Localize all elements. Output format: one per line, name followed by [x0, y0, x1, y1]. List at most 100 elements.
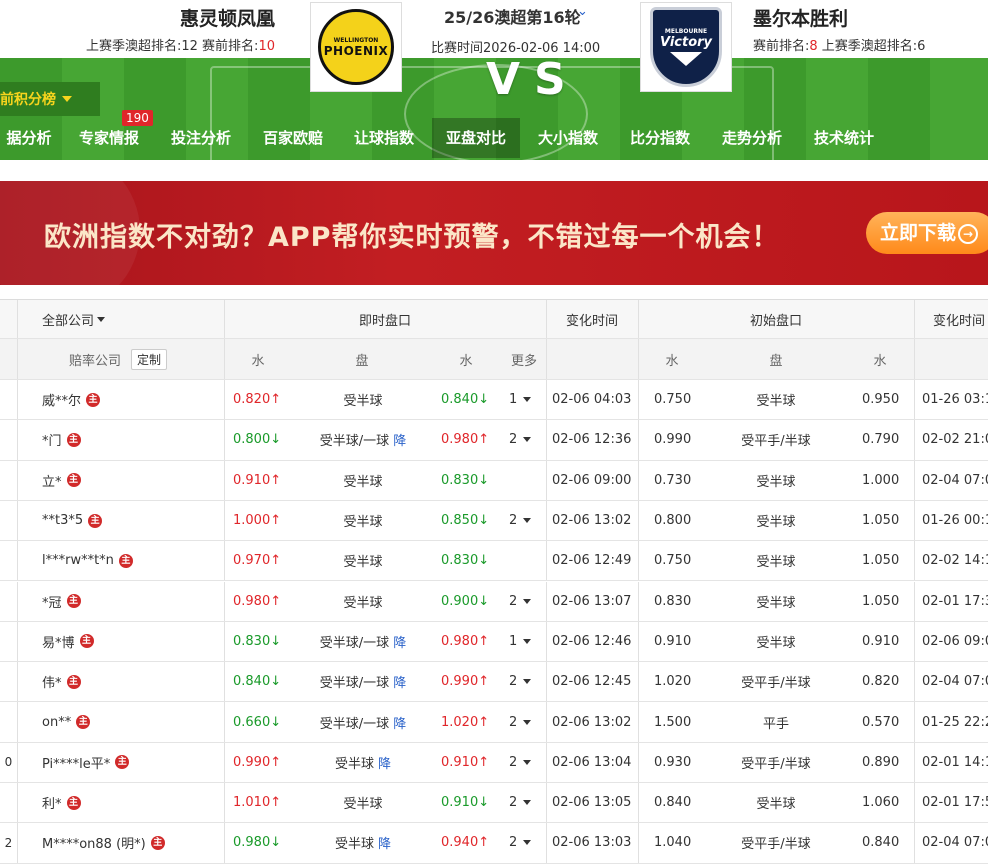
- init-water1[interactable]: 0.730: [654, 461, 691, 500]
- more-dropdown[interactable]: 2: [509, 783, 532, 822]
- tab-over-under[interactable]: 大小指数: [526, 118, 610, 158]
- init-water2[interactable]: 0.950: [862, 380, 899, 419]
- init-line[interactable]: 受半球: [716, 461, 836, 500]
- table-row[interactable]: l***rw**t*n 主 0.970↑ 受半球 0.830↓ 02-06 12:49 0.…: [0, 541, 988, 582]
- live-water2[interactable]: 0.910↓: [441, 783, 489, 822]
- init-water2[interactable]: 1.050: [862, 582, 899, 621]
- live-water2[interactable]: 0.980↑: [441, 622, 489, 661]
- home-team-name[interactable]: 惠灵顿凤凰: [180, 4, 275, 31]
- live-water2[interactable]: 0.990↑: [441, 662, 489, 701]
- live-water2[interactable]: 0.840↓: [441, 380, 489, 419]
- live-line[interactable]: 受半球/一球降: [290, 662, 436, 701]
- customize-button[interactable]: 定制: [131, 348, 168, 370]
- home-team-logo[interactable]: WELLINGTON PHOENIX: [310, 2, 402, 92]
- init-water2[interactable]: 0.790: [862, 420, 899, 459]
- company-name[interactable]: on** 主: [42, 702, 91, 741]
- live-line[interactable]: 受半球/一球降: [290, 702, 436, 741]
- init-line[interactable]: 受平手/半球: [716, 420, 836, 459]
- live-water1[interactable]: 0.970↑: [233, 541, 281, 580]
- live-water2[interactable]: 0.830↓: [441, 461, 489, 500]
- init-line[interactable]: 受平手/半球: [716, 662, 836, 701]
- init-water1[interactable]: 0.800: [654, 501, 691, 540]
- live-water1[interactable]: 0.990↑: [233, 743, 281, 782]
- table-row[interactable]: 0 Pi****le平* 主 0.990↑ 受半球降 0.910↑ 2 02-06 13:04…: [0, 742, 988, 783]
- init-water1[interactable]: 1.040: [654, 823, 691, 862]
- live-water1[interactable]: 0.980↓: [233, 823, 281, 862]
- more-dropdown[interactable]: 2: [509, 743, 532, 782]
- table-row[interactable]: 利* 主 1.010↑ 受半球 0.910↓ 2 02-06 13:05 0.840 受半球 1.…: [0, 783, 988, 824]
- download-button[interactable]: 立即下载 →: [866, 212, 988, 254]
- away-team-name[interactable]: 墨尔本胜利: [753, 4, 848, 31]
- table-row[interactable]: *门主 0.800↓ 受半球/一球降 0.980↑ 2 02-06 12:36 0.990 受…: [0, 420, 988, 461]
- live-water2[interactable]: 1.020↑: [441, 702, 489, 741]
- init-water1[interactable]: 0.930: [654, 743, 691, 782]
- table-row[interactable]: 2 M****on88 (明*) 主 0.980↓ 受半球降 0.940↑ 2 02-06 1…: [0, 823, 988, 864]
- init-water2[interactable]: 1.000: [862, 461, 899, 500]
- table-row[interactable]: 立* 主 0.910↑ 受半球 0.830↓ 02-06 09:00 0.730 受半球 1.0…: [0, 460, 988, 501]
- init-water2[interactable]: 1.050: [862, 501, 899, 540]
- init-line[interactable]: 受半球: [716, 783, 836, 822]
- init-line[interactable]: 受半球: [716, 501, 836, 540]
- tab-score-index[interactable]: 比分指数: [618, 118, 702, 158]
- init-line[interactable]: 受平手/半球: [716, 823, 836, 862]
- more-dropdown[interactable]: 2: [509, 823, 532, 862]
- table-row[interactable]: **t3*5 主 1.000↑ 受半球 0.850↓ 2 02-06 13:02 0.800 受…: [0, 500, 988, 542]
- live-water2[interactable]: 0.850↓: [441, 501, 489, 540]
- init-water1[interactable]: 0.750: [654, 541, 691, 580]
- company-name[interactable]: *冠主: [42, 582, 81, 621]
- init-line[interactable]: 受半球: [716, 582, 836, 621]
- init-water2[interactable]: 1.050: [862, 541, 899, 580]
- standings-button[interactable]: 前积分榜: [0, 82, 100, 116]
- tab-trend-analysis[interactable]: 走势分析: [710, 118, 794, 158]
- round-label[interactable]: 25/26澳超第16轮: [444, 4, 581, 28]
- company-name[interactable]: 易*博主: [42, 622, 94, 661]
- more-dropdown[interactable]: 2: [509, 501, 532, 540]
- init-line[interactable]: 受半球: [716, 380, 836, 419]
- live-line[interactable]: 受半球降: [290, 743, 436, 782]
- live-water1[interactable]: 0.660↓: [233, 702, 281, 741]
- init-water2[interactable]: 0.820: [862, 662, 899, 701]
- tab-euro-odds[interactable]: 百家欧赔: [250, 118, 336, 158]
- tab-asian-handicap[interactable]: 亚盘对比: [432, 118, 520, 158]
- live-water1[interactable]: 0.840↓: [233, 662, 281, 701]
- company-name[interactable]: 伟* 主: [42, 662, 81, 701]
- company-name[interactable]: M****on88 (明*) 主: [42, 823, 165, 862]
- company-name[interactable]: 威**尔主: [42, 380, 101, 419]
- live-line[interactable]: 受半球: [290, 501, 436, 540]
- all-companies-dropdown[interactable]: 全部公司: [42, 300, 106, 338]
- init-line[interactable]: 平手: [716, 702, 836, 741]
- company-name[interactable]: l***rw**t*n 主: [42, 541, 133, 580]
- init-line[interactable]: 受平手/半球: [716, 743, 836, 782]
- tab-tech-stats[interactable]: 技术统计: [802, 118, 886, 158]
- live-water1[interactable]: 1.010↑: [233, 783, 281, 822]
- live-water1[interactable]: 0.820↑: [233, 380, 281, 419]
- tab-data-analysis[interactable]: 据分析: [0, 118, 58, 158]
- table-row[interactable]: on** 主 0.660↓ 受半球/一球降 1.020↑ 2 02-06 13:02 1.50…: [0, 702, 988, 743]
- company-name[interactable]: Pi****le平* 主: [42, 743, 130, 782]
- init-water1[interactable]: 0.910: [654, 622, 691, 661]
- init-water1[interactable]: 0.990: [654, 420, 691, 459]
- live-water2[interactable]: 0.940↑: [441, 823, 489, 862]
- tab-betting-analysis[interactable]: 投注分析: [158, 118, 244, 158]
- init-water2[interactable]: 1.060: [862, 783, 899, 822]
- table-row[interactable]: 伟* 主 0.840↓ 受半球/一球降 0.990↑ 2 02-06 12:45 1.020 受…: [0, 662, 988, 703]
- more-dropdown[interactable]: 1: [509, 380, 532, 419]
- company-name[interactable]: *门主: [42, 420, 81, 459]
- chevron-down-icon[interactable]: ⌄: [577, 4, 588, 19]
- more-dropdown[interactable]: 2: [509, 420, 532, 459]
- live-water1[interactable]: 0.800↓: [233, 420, 281, 459]
- live-water1[interactable]: 0.830↓: [233, 622, 281, 661]
- table-row[interactable]: *冠主 0.980↑ 受半球 0.900↓ 2 02-06 13:07 0.830 受半球 1.…: [0, 581, 988, 622]
- live-water2[interactable]: 0.830↓: [441, 541, 489, 580]
- init-water2[interactable]: 0.910: [862, 622, 899, 661]
- init-water2[interactable]: 0.890: [862, 743, 899, 782]
- live-water1[interactable]: 0.910↑: [233, 461, 281, 500]
- live-line[interactable]: 受半球: [290, 380, 436, 419]
- live-water1[interactable]: 1.000↑: [233, 501, 281, 540]
- init-line[interactable]: 受半球: [716, 541, 836, 580]
- away-team-logo[interactable]: MELBOURNE Victory: [640, 2, 732, 92]
- live-line[interactable]: 受半球/一球降: [290, 622, 436, 661]
- init-water1[interactable]: 0.750: [654, 380, 691, 419]
- live-line[interactable]: 受半球: [290, 541, 436, 580]
- more-dropdown[interactable]: 2: [509, 662, 532, 701]
